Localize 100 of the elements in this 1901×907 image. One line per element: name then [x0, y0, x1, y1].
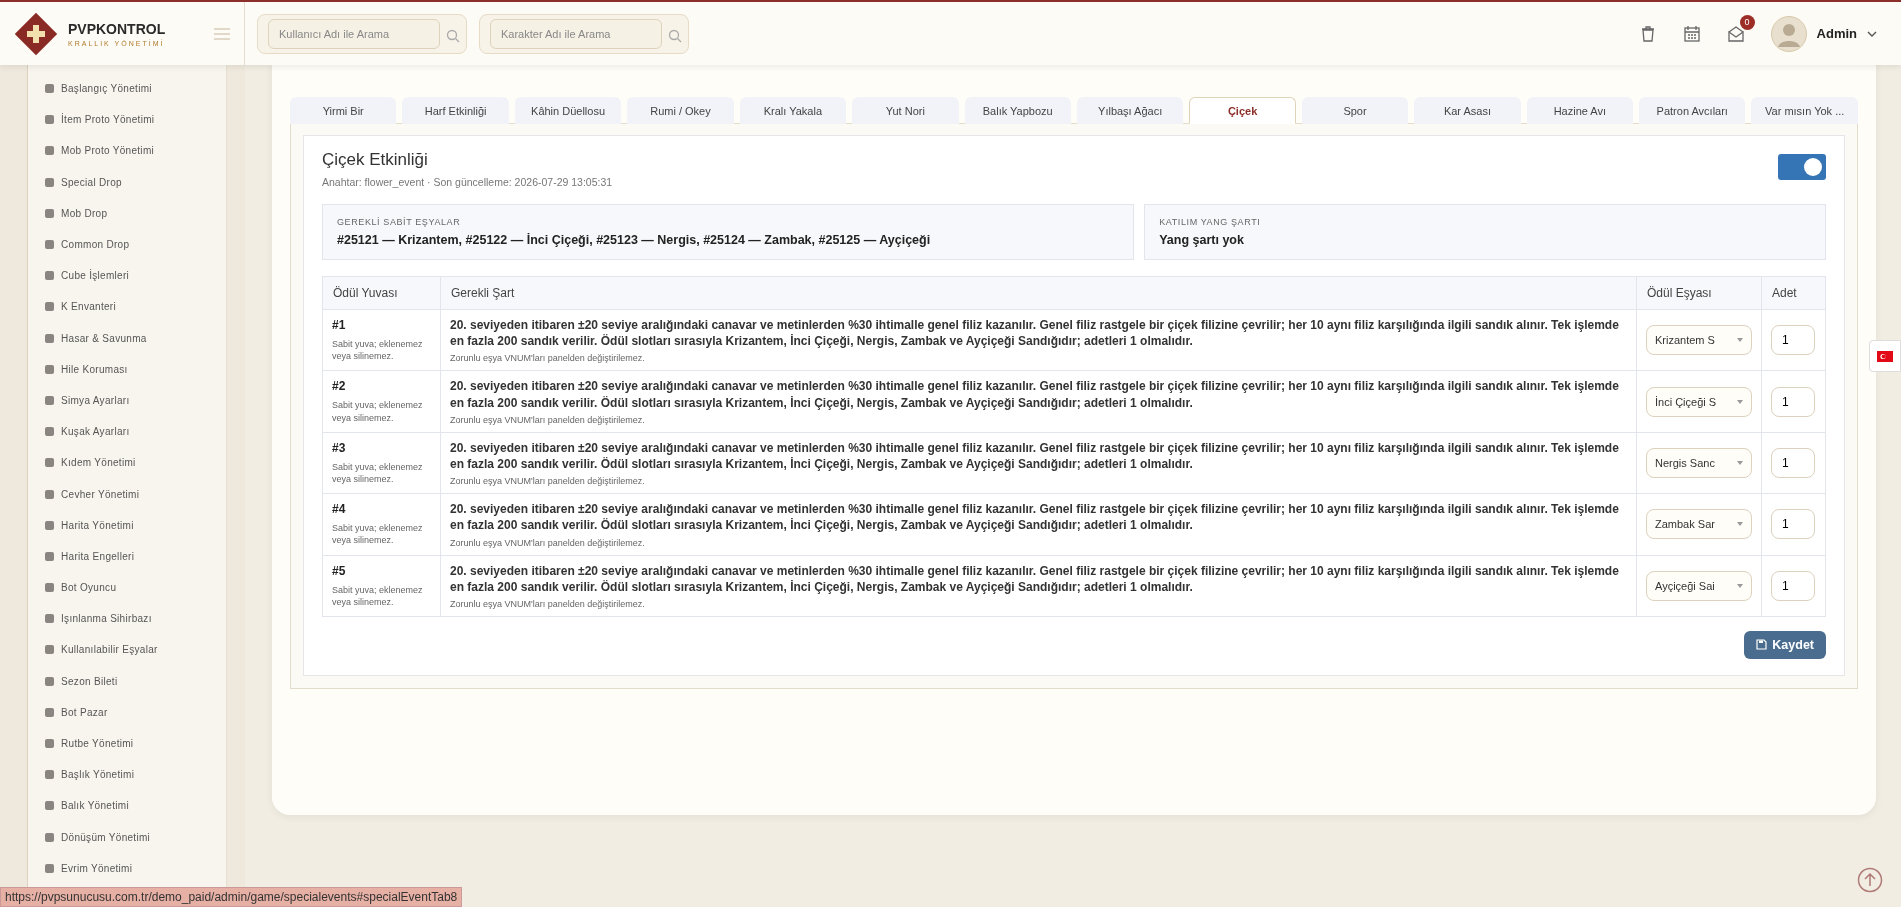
- reward-select[interactable]: Nergis Sanc: [1646, 447, 1752, 478]
- tab[interactable]: Spor: [1301, 97, 1409, 124]
- sidebar-item[interactable]: Mob Proto Yönetimi: [28, 135, 226, 167]
- sidebar-item[interactable]: Cube İşlemleri: [28, 260, 226, 292]
- tab[interactable]: Rumi / Okey: [627, 97, 734, 124]
- sidebar-item[interactable]: İtem Proto Yönetimi: [28, 104, 226, 136]
- condition-note: Zorunlu eşya VNUM'ları panelden değiştirilemez.: [450, 537, 646, 548]
- sidebar-item[interactable]: Kuşak Ayarları: [28, 416, 226, 448]
- sidebar-item[interactable]: Başlık Yönetimi: [28, 759, 226, 791]
- sidebar-item[interactable]: Hile Koruması: [28, 353, 226, 385]
- notification-badge: 0: [1739, 14, 1755, 30]
- menu-item-icon: [44, 457, 55, 469]
- calendar-icon[interactable]: [1682, 24, 1701, 43]
- toggle-switch[interactable]: [1778, 154, 1826, 180]
- tab[interactable]: Kralı Yakala: [739, 97, 847, 124]
- menu-item-icon: [44, 114, 55, 126]
- search-field[interactable]: Kullanıcı Adı ile Arama: [268, 18, 440, 49]
- condition-text: 20. seviyeden itibaren ±20 seviye aralığındaki canavar ve metinlerden %30 ihtimalle genel filiz kazanılır. Genel filiz rastgele bir çiçek filizine çevrilir; her 10 aynı filiz karşılığında ilgili sandık alınır. Tek işlemde en fazla 200 sandık verilir. Ödül slotları sırasıyla Krizantem, İnci Çiçeği, Nergis, Zambak ve Ayçiçeği Sandığıdır; adetleri 1 olmalıdır.: [450, 562, 1620, 595]
- menu-item-icon: [44, 270, 55, 282]
- slot-note: Sabit yuva; eklenemez veya silinemez.: [332, 338, 424, 363]
- sidebar-item[interactable]: Işınlanma Sihirbazı: [28, 603, 226, 635]
- sidebar-item[interactable]: Harita Yönetimi: [28, 509, 226, 541]
- slot-note: Sabit yuva; eklenemez veya silinemez.: [332, 460, 424, 486]
- sidebar-item[interactable]: Mob Drop: [28, 197, 226, 229]
- reward-select[interactable]: Zambak Sar: [1646, 509, 1752, 540]
- column-header: Gerekli Şart: [440, 276, 1637, 310]
- reward-select[interactable]: Krizantem S: [1646, 325, 1752, 356]
- sidebar-item[interactable]: Dönüşüm Yönetimi: [28, 821, 226, 853]
- sidebar-item[interactable]: Hasar & Savunma: [28, 322, 226, 354]
- condition-text: 20. seviyeden itibaren ±20 seviye aralığındaki canavar ve metinlerden %30 ihtimalle genel filiz kazanılır. Genel filiz rastgele bir çiçek filizine çevrilir; her 10 aynı filiz karşılığında ilgili sandık alınır. Tek işlemde en fazla 200 sandık verilir. Ödül slotları sırasıyla Krizantem, İnci Çiçeği, Nergis, Zambak ve Ayçiçeği Sandığıdır; adetleri 1 olmalıdır.: [450, 378, 1620, 411]
- save-button[interactable]: Kaydet: [1744, 630, 1826, 659]
- menu-item-icon: [44, 675, 55, 687]
- amount-field[interactable]: 1: [1771, 447, 1815, 478]
- tab[interactable]: Harf Etkinliği: [402, 97, 509, 124]
- scroll-top-icon[interactable]: [1857, 867, 1883, 893]
- sidebar-item[interactable]: Bot Pazar: [28, 696, 226, 728]
- info-value: #25121 — Krizantem, #25122 — İnci Çiçeği, #25123 — Nergis, #25124 — Zambak, #25125 — Ayçiçeği: [337, 233, 932, 247]
- reward-select[interactable]: İnci Çiçeği S: [1646, 386, 1752, 417]
- language-button[interactable]: [1869, 340, 1901, 372]
- amount-field[interactable]: 1: [1771, 509, 1815, 540]
- sidebar-item[interactable]: Rutbe Yönetimi: [28, 727, 226, 760]
- info-label: KATILIM YANG ŞARTI: [1159, 217, 1262, 227]
- caret-icon: [1737, 338, 1743, 343]
- sidebar-item[interactable]: Başlangıç Yönetimi: [28, 73, 226, 105]
- amount-field[interactable]: 1: [1771, 386, 1815, 417]
- sidebar-item[interactable]: Simya Ayarları: [28, 384, 226, 417]
- event-title: Çiçek Etkinliği: [322, 150, 429, 170]
- menu-item-icon: [44, 550, 55, 562]
- tab[interactable]: Yılbaşı Ağacı: [1076, 97, 1184, 124]
- amount-field[interactable]: 1: [1771, 325, 1815, 356]
- tab[interactable]: Yut Nori: [852, 97, 959, 124]
- condition-note: Zorunlu eşya VNUM'ları panelden değiştirilemez.: [450, 476, 646, 487]
- menu-item-icon: [44, 738, 55, 750]
- tab[interactable]: Çiçek: [1189, 97, 1296, 124]
- tab[interactable]: Kâhin Düellosu: [514, 97, 622, 124]
- menu-item-icon: [44, 488, 55, 500]
- slot-number: #4: [332, 502, 347, 517]
- tab[interactable]: Yirmi Bir: [290, 97, 397, 124]
- tab[interactable]: Kar Asası: [1414, 97, 1521, 124]
- sidebar-item[interactable]: Sezon Bileti: [28, 665, 226, 697]
- sidebar-item[interactable]: Common Drop: [28, 228, 226, 261]
- amount-field[interactable]: 1: [1771, 570, 1815, 601]
- slot-note: Sabit yuva; eklenemez veya silinemez.: [332, 583, 424, 608]
- menu-item-icon: [44, 644, 55, 656]
- sidebar-item[interactable]: Cevher Yönetimi: [28, 478, 226, 510]
- tab[interactable]: Patron Avcıları: [1639, 97, 1746, 124]
- tab[interactable]: Hazine Avı: [1526, 97, 1634, 124]
- tab[interactable]: Var mısın Yok ...: [1751, 97, 1858, 124]
- sidebar-item[interactable]: Special Drop: [28, 166, 226, 198]
- condition-note: Zorunlu eşya VNUM'ları panelden değiştirilemez.: [450, 414, 646, 425]
- slot-number: #2: [332, 379, 347, 394]
- avatar-icon[interactable]: [1770, 15, 1807, 52]
- caret-icon[interactable]: [1867, 29, 1877, 38]
- menu-item-icon: [44, 301, 55, 313]
- search-field[interactable]: Karakter Adı ile Arama: [490, 18, 662, 49]
- menu-item-icon: [44, 207, 55, 219]
- menu-item-icon: [44, 519, 55, 531]
- sidebar-item[interactable]: Kullanılabilir Eşyalar: [28, 634, 226, 666]
- flag-icon: [1877, 350, 1893, 362]
- condition-text: 20. seviyeden itibaren ±20 seviye aralığındaki canavar ve metinlerden %30 ihtimalle genel filiz kazanılır. Genel filiz rastgele bir çiçek filizine çevrilir; her 10 aynı filiz karşılığında ilgili sandık alınır. Tek işlemde en fazla 200 sandık verilir. Ödül slotları sırasıyla Krizantem, İnci Çiçeği, Nergis, Zambak ve Ayçiçeği Sandığıdır; adetleri 1 olmalıdır.: [450, 439, 1620, 473]
- sidebar-item[interactable]: Kıdem Yönetimi: [28, 447, 226, 479]
- sidebar-item[interactable]: Harita Engelleri: [28, 540, 226, 572]
- event-meta: Anahtar: flower_event · Son güncelleme: 2026-07-29 13:05:31: [322, 176, 613, 188]
- menu-item-icon: [44, 831, 55, 843]
- menu-item-icon: [44, 862, 55, 874]
- menu-item-icon: [44, 769, 55, 781]
- tab[interactable]: Balık Yapbozu: [964, 97, 1071, 124]
- menu-item-icon: [44, 613, 55, 625]
- sidebar-item[interactable]: Balık Yönetimi: [28, 790, 226, 822]
- slot-number: #5: [332, 563, 347, 578]
- menu-item-icon: [44, 239, 55, 251]
- reward-select[interactable]: Ayçiçeği Sai: [1646, 570, 1752, 601]
- sidebar-item[interactable]: K Envanteri: [28, 291, 226, 323]
- menu-item-icon: [44, 332, 55, 344]
- sidebar-item[interactable]: Evrim Yönetimi: [28, 852, 226, 884]
- sidebar-item[interactable]: Bot Oyuncu: [28, 572, 226, 604]
- column-header: Ödül Yuvası: [322, 276, 441, 310]
- user-name[interactable]: Admin: [1816, 26, 1857, 41]
- mail-icon[interactable]: [1726, 24, 1745, 43]
- menu-item-icon: [44, 176, 55, 188]
